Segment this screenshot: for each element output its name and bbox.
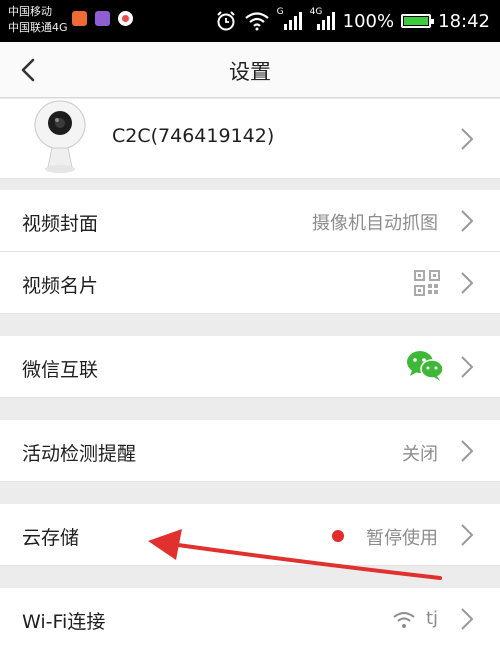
status-bar: 中国移动 中国联通4G G 4G 100% 18:42 [0, 0, 500, 42]
chevron-right-icon [461, 440, 474, 462]
carrier-info: 中国移动 中国联通4G [8, 4, 68, 36]
video-card-label: 视频名片 [22, 275, 99, 297]
cloud-storage-label: 云存储 [22, 527, 80, 549]
title-bar: 设置 [0, 42, 500, 98]
wifi-label: Wi-Fi连接 [22, 611, 106, 633]
app-notification-icon [72, 11, 87, 26]
wifi-icon [244, 12, 269, 31]
battery-percent: 100% [342, 10, 395, 32]
wifi-row[interactable]: Wi-Fi连接 tj [0, 588, 500, 668]
motion-alert-row[interactable]: 活动检测提醒 关闭 [0, 420, 500, 482]
status-right: G 4G 100% 18:42 [215, 7, 490, 34]
gallery-notification-icon [95, 11, 110, 26]
signal-1: G [277, 7, 303, 31]
notification-icons [72, 11, 133, 26]
video-cover-value: 摄像机自动抓图 [312, 213, 438, 234]
network-type-1: G [276, 7, 284, 17]
carrier-2: 中国联通4G [8, 21, 68, 34]
video-cover-row[interactable]: 视频封面 摄像机自动抓图 [0, 190, 500, 252]
cloud-storage-value: 暂停使用 [366, 528, 438, 549]
wechat-row[interactable]: 微信互联 [0, 336, 500, 398]
alarm-icon [216, 11, 235, 31]
network-type-2: 4G [309, 7, 323, 17]
qr-code-icon [414, 270, 440, 296]
page-title: 设置 [229, 60, 271, 84]
battery-fill [404, 17, 429, 25]
motion-alert-value: 关闭 [402, 444, 438, 465]
camera-icon [34, 100, 86, 173]
signal-2: 4G [310, 7, 336, 31]
clock: 18:42 [438, 10, 490, 32]
carrier-1: 中国移动 [8, 5, 52, 18]
record-notification-icon [118, 11, 133, 26]
device-name: C2C(746419142) [112, 125, 275, 147]
status-dot [332, 530, 344, 542]
wifi-icon [393, 612, 415, 628]
wechat-label: 微信互联 [22, 359, 99, 381]
cloud-storage-row[interactable]: 云存储 暂停使用 [0, 504, 500, 566]
wifi-value: tj [425, 608, 438, 629]
chevron-right-icon [461, 128, 474, 150]
battery-icon [401, 14, 435, 28]
chevron-right-icon [461, 356, 474, 378]
video-cover-label: 视频封面 [22, 213, 99, 235]
chevron-right-icon [461, 210, 474, 232]
wechat-icon [407, 351, 444, 381]
chevron-right-icon [461, 272, 474, 294]
video-card-row[interactable]: 视频名片 [0, 252, 500, 314]
chevron-right-icon [461, 608, 474, 630]
chevron-right-icon [461, 524, 474, 546]
motion-alert-label: 活动检测提醒 [22, 443, 137, 465]
device-row[interactable]: C2C(746419142) [0, 99, 500, 179]
